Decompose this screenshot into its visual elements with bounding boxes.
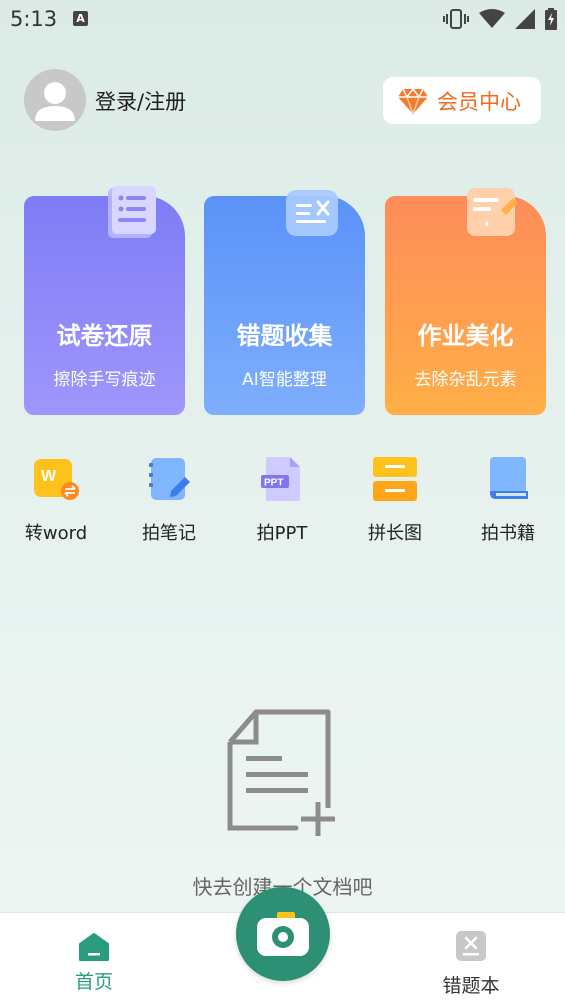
- ppt-file-icon: PPT: [261, 457, 300, 501]
- wifi-icon: [479, 9, 505, 28]
- vip-center-button[interactable]: 会员中心: [383, 77, 541, 124]
- long-image-icon: [373, 457, 417, 501]
- wrong-book-icon: [456, 931, 486, 961]
- home-icon: [79, 933, 109, 961]
- signal-icon: [515, 9, 535, 29]
- book-icon: [490, 457, 528, 499]
- notification-a-icon: A: [73, 11, 88, 26]
- tool-stitch-long-image[interactable]: 拼长图: [345, 455, 445, 545]
- card-homework-beautify[interactable]: 作业美化 去除杂乱元素: [385, 188, 546, 415]
- note-pencil-icon: [467, 188, 518, 236]
- tool-label: 拼长图: [368, 523, 422, 544]
- card-exam-restore[interactable]: 试卷还原 擦除手写痕迹: [24, 186, 185, 415]
- login-register-link[interactable]: 登录/注册: [95, 86, 186, 116]
- tab-home-label: 首页: [74, 971, 113, 993]
- card-subtitle: AI智能整理: [242, 370, 327, 390]
- empty-document-icon: [227, 709, 335, 836]
- ppt-badge-text: PPT: [264, 478, 283, 489]
- vip-center-label: 会员中心: [437, 89, 521, 114]
- tool-label: 拍书籍: [481, 523, 535, 544]
- tab-wrong-book[interactable]: 错题本: [430, 931, 512, 998]
- tool-label: 转word: [24, 523, 88, 544]
- tool-label: 拍PPT: [256, 523, 308, 544]
- camera-icon: [257, 912, 309, 956]
- card-title: 试卷还原: [56, 322, 153, 350]
- camera-button[interactable]: [236, 887, 330, 981]
- tool-photo-book[interactable]: 拍书籍: [458, 455, 558, 545]
- tool-photo-notes[interactable]: 拍笔记: [119, 455, 219, 545]
- user-icon: [35, 82, 75, 121]
- tool-photo-ppt[interactable]: PPT 拍PPT: [232, 455, 332, 545]
- word-convert-icon: W: [34, 459, 79, 500]
- status-icons: [443, 8, 557, 30]
- avatar[interactable]: [24, 69, 86, 131]
- card-title: 错题收集: [236, 322, 333, 350]
- status-bar: 5:13 A: [0, 0, 565, 38]
- diamond-icon: [398, 87, 428, 115]
- vibrate-icon: [443, 9, 469, 29]
- card-subtitle: 擦除手写痕迹: [53, 370, 156, 390]
- card-wrong-collect[interactable]: 错题收集 AI智能整理: [204, 190, 365, 415]
- tab-home[interactable]: 首页: [58, 933, 130, 994]
- card-subtitle: 去除杂乱元素: [414, 370, 517, 390]
- notebook-pen-icon: [149, 458, 190, 500]
- tab-wrong-book-label: 错题本: [442, 975, 500, 997]
- status-time: 5:13: [10, 7, 58, 31]
- battery-icon: [545, 8, 557, 30]
- svg-text:W: W: [41, 468, 57, 485]
- wrong-list-icon: [286, 190, 338, 236]
- document-scroll-icon: [108, 186, 156, 238]
- tool-to-word[interactable]: W 转word: [6, 455, 106, 545]
- tool-label: 拍笔记: [142, 523, 196, 544]
- card-title: 作业美化: [417, 322, 514, 350]
